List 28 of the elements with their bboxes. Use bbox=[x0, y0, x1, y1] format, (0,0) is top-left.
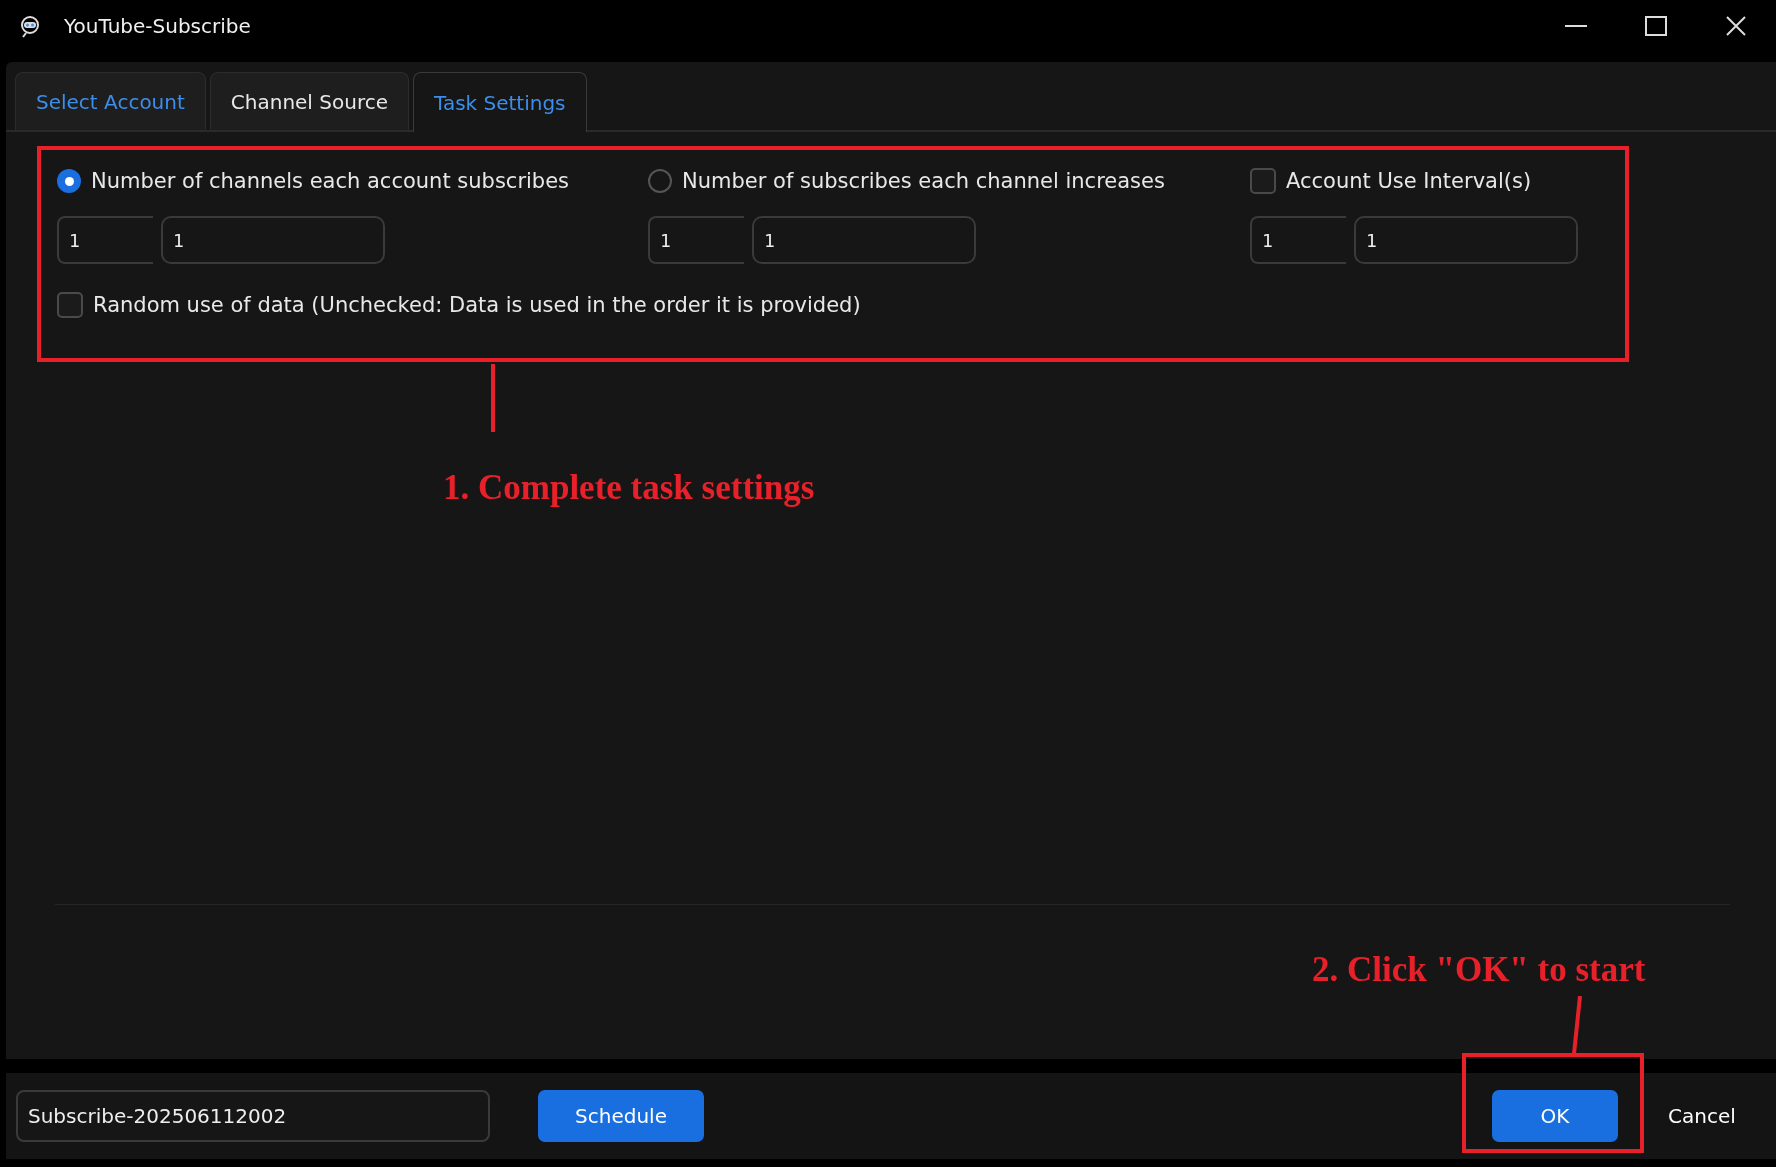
input-field[interactable]: 1 bbox=[1250, 216, 1346, 264]
leader-line bbox=[1570, 996, 1584, 1054]
schedule-button[interactable]: Schedule bbox=[538, 1090, 704, 1142]
annotation-text: 1. Complete task settings bbox=[443, 468, 815, 507]
radio-button[interactable] bbox=[648, 169, 672, 193]
checkbox[interactable] bbox=[1250, 168, 1276, 194]
task-name-field[interactable]: Subscribe-202506112002 bbox=[16, 1090, 490, 1142]
maximize-icon[interactable] bbox=[1645, 16, 1667, 36]
tab[interactable]: Channel Source bbox=[209, 72, 409, 130]
cancel-button[interactable]: Cancel bbox=[1642, 1090, 1762, 1142]
input-field[interactable]: 1 bbox=[648, 216, 744, 264]
input-field[interactable]: 1 bbox=[1354, 216, 1578, 264]
close-icon[interactable] bbox=[1726, 16, 1746, 36]
annotation-text: 2. Click "OK" to start bbox=[1312, 950, 1646, 990]
checkbox[interactable] bbox=[57, 292, 83, 318]
input-field[interactable]: 1 bbox=[752, 216, 976, 264]
option-label: Account Use Interval(s) bbox=[1286, 169, 1532, 193]
tab[interactable]: Task Settings bbox=[413, 72, 587, 132]
ok-button[interactable]: OK bbox=[1492, 1090, 1618, 1142]
option-label: Number of channels each account subscribes bbox=[91, 169, 570, 193]
option-label: Random use of data (Unchecked: Data is used in the order it is provided) bbox=[93, 293, 861, 317]
robot-logo-icon bbox=[18, 14, 42, 38]
input-field[interactable]: 1 bbox=[161, 216, 385, 264]
tab[interactable]: Select Account bbox=[15, 72, 206, 130]
option-label: Number of subscribes each channel increases bbox=[682, 169, 1165, 193]
window-title: YouTube-Subscribe bbox=[64, 14, 251, 38]
input-field[interactable]: 1 bbox=[57, 216, 153, 264]
radio-button[interactable] bbox=[57, 169, 81, 193]
